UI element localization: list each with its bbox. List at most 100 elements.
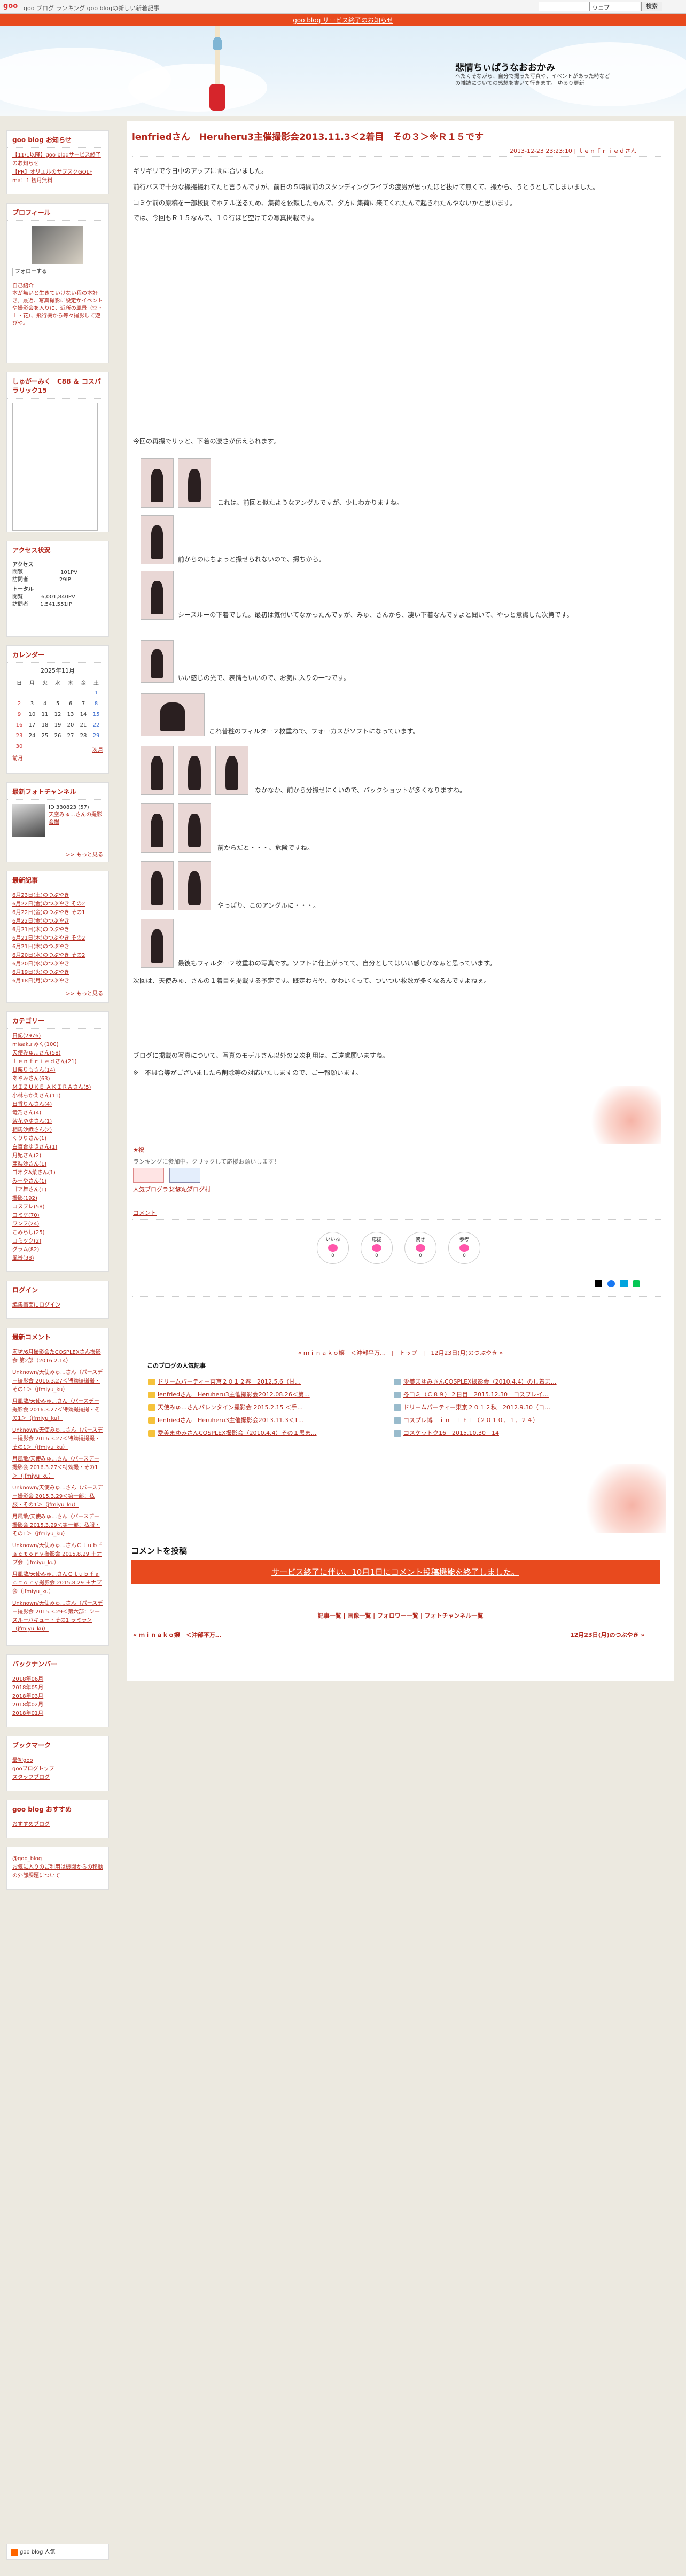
post-photo[interactable] xyxy=(141,803,174,853)
post-meta[interactable]: 2013-12-23 23:23:10 | ｌｅｎｆｒｉｅｄさん xyxy=(510,146,637,155)
calendar-day[interactable]: 4 xyxy=(38,698,51,709)
blog-title[interactable]: 悲情ちぃぱうなおおかみ xyxy=(455,60,555,73)
calendar-day[interactable]: 20 xyxy=(64,720,77,730)
category-link[interactable]: あやみさん(63) xyxy=(12,1075,103,1083)
comment-link[interactable]: コメント xyxy=(133,1208,157,1217)
popular-article-link[interactable]: 天使みゅ…さんバレンタイン撮影会 2015.2.15 ＜手… xyxy=(148,1403,372,1411)
post-photo[interactable] xyxy=(178,861,211,910)
post-photo[interactable] xyxy=(178,746,211,795)
featured-image[interactable] xyxy=(12,403,98,531)
reaction-button[interactable]: 参考 0 xyxy=(448,1232,480,1264)
category-link[interactable]: 天使みゅ…さん(58) xyxy=(12,1049,103,1058)
calendar-day[interactable]: 16 xyxy=(13,720,26,730)
backnumber-link[interactable]: 2018年06月 xyxy=(12,1675,103,1684)
post-photo[interactable] xyxy=(141,746,174,795)
calendar-day[interactable]: 18 xyxy=(38,720,51,730)
calendar-day[interactable]: 3 xyxy=(26,698,38,709)
notice-link[interactable]: 【PR】オリエルのサブスクGOLF ma！1 初月無料 xyxy=(12,168,103,185)
recent-post-link[interactable]: 6月21日(木)のつぶやき xyxy=(12,943,103,951)
category-link[interactable]: ｌｅｎｆｒｉｅｄさん(21) xyxy=(12,1058,103,1066)
recent-comment-link[interactable]: Unknown/天使みゅ…さんＣｌｕｂｆａｃｔｏｒｙ撮影会 2015.8.29 … xyxy=(12,1542,103,1567)
calendar-day[interactable]: 15 xyxy=(90,709,103,720)
popular-article-link[interactable]: コスケットク16 2015.10.30 14 xyxy=(394,1428,618,1437)
calendar-day[interactable]: 8 xyxy=(90,698,103,709)
category-link[interactable]: 亜梨沙さん(1) xyxy=(12,1160,103,1169)
category-link[interactable]: コスプレ(58) xyxy=(12,1203,103,1212)
recent-more-link[interactable]: >> もっと見る xyxy=(7,989,108,997)
recent-post-link[interactable]: 6月21日(木)のつぶやき その2 xyxy=(12,934,103,943)
post-photo[interactable] xyxy=(141,861,174,910)
calendar-day[interactable]: 1 xyxy=(90,688,103,698)
recent-comment-link[interactable]: 月風散/天使みゅ…さん（パースデー撮影会 2016.3.27＜特効撮撮撮・その1… xyxy=(12,1398,103,1423)
calendar-day[interactable]: 5 xyxy=(51,698,64,709)
post-photo[interactable] xyxy=(178,803,211,853)
calendar-day[interactable]: 12 xyxy=(51,709,64,720)
calendar-day[interactable]: 24 xyxy=(26,730,38,741)
notice-link[interactable]: 【11/1以降】goo blogサービス終了のお知らせ xyxy=(12,151,103,168)
calendar-day[interactable]: 30 xyxy=(13,741,26,752)
category-link[interactable]: コミック(2) xyxy=(12,1237,103,1246)
popular-article-link[interactable]: 愛美まゆみさんCOSPLEX撮影会（2010.4.4）その１黒ま… xyxy=(148,1428,372,1437)
goo-blog-twitter-link[interactable]: @goo_blog xyxy=(12,1855,103,1863)
calendar-day[interactable]: 19 xyxy=(51,720,64,730)
reaction-button[interactable]: 応援 0 xyxy=(361,1232,393,1264)
category-link[interactable]: コミケ(70) xyxy=(12,1212,103,1220)
service-end-notice-link[interactable]: goo blog サービス終了のお知らせ xyxy=(293,17,393,24)
category-link[interactable]: くりりさん(1) xyxy=(12,1135,103,1143)
calendar-day[interactable]: 28 xyxy=(77,730,90,741)
category-link[interactable]: こみらし(25) xyxy=(12,1229,103,1237)
calendar-day[interactable]: 26 xyxy=(51,730,64,741)
recent-post-link[interactable]: 6月20日(水)のつぶやき xyxy=(12,960,103,969)
next-post-link[interactable]: 12月23日(月)のつぶやき » xyxy=(570,1630,645,1639)
backnumber-link[interactable]: 2018年05月 xyxy=(12,1684,103,1692)
recent-post-link[interactable]: 6月22日(金)のつぶやき その2 xyxy=(12,900,103,909)
recent-comment-link[interactable]: 月風散/天使みゅ…さん（パースデー撮影会 2015.3.29＜第一部：私服・その… xyxy=(12,1513,103,1539)
category-link[interactable]: 竜乃さん(4) xyxy=(12,1109,103,1118)
calendar-day[interactable]: 10 xyxy=(26,709,38,720)
login-link[interactable]: 編集画面にログイン xyxy=(12,1301,103,1310)
post-navigation[interactable]: « ｍｉｎａｋｏ嬢 ＜沖部平万… | トップ | 12月23日(月)のつぶやき … xyxy=(127,1348,674,1357)
calendar-day[interactable]: 9 xyxy=(13,709,26,720)
line-share-icon[interactable] xyxy=(633,1280,641,1287)
calendar-day[interactable]: 13 xyxy=(64,709,77,720)
backnumber-link[interactable]: 2018年02月 xyxy=(12,1701,103,1709)
category-link[interactable]: 紫花ゆゆさん(1) xyxy=(12,1118,103,1126)
category-link[interactable]: 小林ちかえさん(11) xyxy=(12,1092,103,1100)
category-link[interactable]: 撮影(192) xyxy=(12,1195,103,1203)
post-photo[interactable] xyxy=(141,458,174,508)
popular-article-link[interactable]: コスプレ博 ｉｎ ＴＦＴ（２０１０．１．２４） xyxy=(394,1416,618,1424)
facebook-share-icon[interactable] xyxy=(607,1280,615,1287)
search-button[interactable]: 検索 xyxy=(641,2,662,11)
hatena-share-icon[interactable] xyxy=(620,1280,628,1287)
calendar-day[interactable]: 2 xyxy=(13,698,26,709)
footer-list-links[interactable]: 記事一覧 | 画像一覧 | フォロワー一覧 | フォトチャンネル一覧 xyxy=(127,1611,674,1620)
comment-closed-link[interactable]: サービス終了に伴い、10月1日にコメント投稿機能を終了しました。 xyxy=(271,1567,519,1577)
backnumber-link[interactable]: 2018年03月 xyxy=(12,1692,103,1701)
recent-post-link[interactable]: 6月18日(月)のつぶやき xyxy=(12,977,103,986)
recent-comment-link[interactable]: Unknown/天使みゅ…さん（パースデー撮影会 2015.3.29＜第一部：私… xyxy=(12,1484,103,1510)
calendar-day[interactable]: 29 xyxy=(90,730,103,741)
recent-post-link[interactable]: 6月22日(金)のつぶやき xyxy=(12,917,103,926)
calendar-day[interactable]: 17 xyxy=(26,720,38,730)
recent-post-link[interactable]: 6月21日(木)のつぶやき xyxy=(12,926,103,934)
goo-logo[interactable]: goo xyxy=(3,2,21,11)
recent-comment-link[interactable]: Unknown/天使みゅ…さん（パースデー撮影会 2016.3.27＜特効撮撮撮… xyxy=(12,1369,103,1394)
ranking-link-2[interactable]: にほんブログ村 xyxy=(169,1185,211,1193)
calendar-next-link[interactable]: 次月 xyxy=(92,745,103,753)
reaction-button[interactable]: いいね 0 xyxy=(317,1232,349,1264)
top-links[interactable]: goo ブログ ランキング goo blogの新しい新着記事 xyxy=(24,4,159,12)
category-link[interactable]: グラム(82) xyxy=(12,1246,103,1254)
bookmark-link[interactable]: スタッフブログ xyxy=(12,1774,103,1782)
share-info-link[interactable]: お気に入りのご利用は機関からの移動の外部課題について xyxy=(12,1863,103,1880)
recent-post-link[interactable]: 6月22日(金)のつぶやき その1 xyxy=(12,909,103,917)
popular-article-link[interactable]: lenfriedさん Heruheru3主催撮影会2012.08.26＜第… xyxy=(148,1390,372,1399)
recent-comment-link[interactable]: Unknown/天使みゅ…さん（パースデー撮影会 2016.3.27＜特効撮撮撮… xyxy=(12,1426,103,1452)
post-photo[interactable] xyxy=(141,515,174,564)
bookmark-link[interactable]: gooブログトップ xyxy=(12,1765,103,1774)
photo-thumbnail[interactable] xyxy=(12,804,45,837)
calendar-day[interactable]: 11 xyxy=(38,709,51,720)
post-photo[interactable] xyxy=(215,746,248,795)
category-link[interactable]: 日香りんさん(4) xyxy=(12,1100,103,1109)
popular-article-link[interactable]: lenfriedさん Heruheru3主催撮影会2013.11.3＜1… xyxy=(148,1416,372,1424)
photo-channel-link[interactable]: 天空みゅ…さんの撮影会撮 xyxy=(49,812,102,825)
